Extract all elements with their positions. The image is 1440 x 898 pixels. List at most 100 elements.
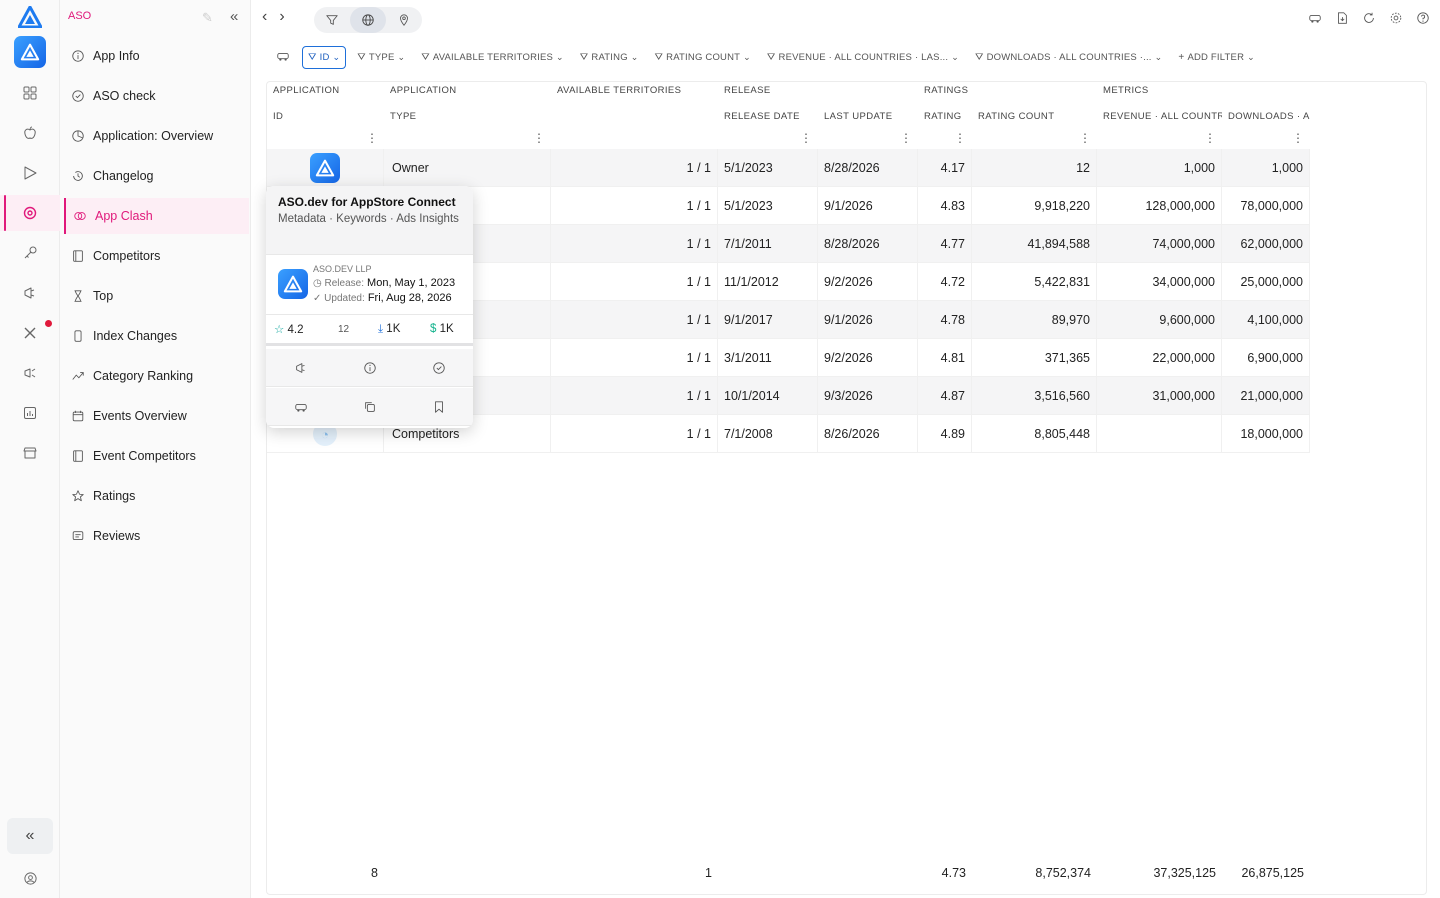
sidebar-item-ratings[interactable]: Ratings [64, 478, 249, 514]
apps-grid-icon[interactable] [0, 75, 60, 111]
sidebar-item-competitors[interactable]: Competitors [64, 238, 249, 274]
add-filter-button[interactable]: + ADD FILTER ⌄ [1173, 46, 1260, 69]
funnel-icon: ⛛ [766, 51, 776, 63]
bookmark-icon[interactable] [404, 388, 473, 425]
column-menu-icon[interactable]: ⋮ [1222, 130, 1310, 146]
apple-icon[interactable] [0, 115, 60, 151]
globe-icon[interactable] [350, 7, 386, 33]
forward-arrow-icon[interactable]: › [279, 8, 284, 26]
popover-rating-group: ☆ 4.2 [274, 322, 304, 336]
sidebar-item-events-overview[interactable]: Events Overview [64, 398, 249, 434]
help-icon[interactable] [1415, 10, 1430, 25]
user-account-icon[interactable] [0, 864, 60, 892]
column-menu-icon[interactable]: ⋮ [972, 130, 1097, 146]
filter-chip[interactable]: ⛛ ID ⌄ [302, 45, 347, 69]
dollar-coin-icon: $ [430, 323, 437, 335]
popover-release-date: Mon, May 1, 2023 [367, 277, 456, 289]
column-header[interactable]: TYPE [384, 108, 551, 124]
sidebar-item-label: Ratings [93, 489, 136, 503]
column-header[interactable] [551, 108, 718, 124]
sidebar-item-changelog[interactable]: Changelog [64, 158, 249, 194]
filter-view-icon[interactable] [314, 7, 350, 33]
edit-icon[interactable]: ✎ [202, 10, 213, 26]
location-pin-icon[interactable] [386, 7, 422, 33]
cell-revenue: 1,000 [1097, 149, 1222, 187]
sidebar-item-application-overview[interactable]: Application: Overview [64, 118, 249, 154]
summary-id: 8 [371, 866, 378, 880]
aso-section-icon[interactable] [0, 195, 60, 231]
store-icon[interactable] [0, 435, 60, 471]
sidebar-item-top[interactable]: Top [64, 278, 249, 314]
info-icon[interactable] [335, 349, 404, 386]
filter-chip[interactable]: ⛛ REVENUE · ALL COUNTRIES · LAS... ⌄ [762, 46, 964, 69]
filter-chip[interactable]: ⛛ RATING COUNT ⌄ [650, 46, 756, 69]
sidebar-item-event-competitors[interactable]: Event Competitors [64, 438, 249, 474]
megaphone-icon[interactable] [266, 349, 335, 386]
column-menu-icon[interactable]: ⋮ [718, 130, 818, 146]
sidebar-item-app-info[interactable]: App Info [64, 38, 249, 74]
summary-empty [718, 858, 818, 888]
export-file-icon[interactable] [1334, 10, 1349, 25]
column-menu-icon[interactable]: ⋮ [267, 130, 384, 146]
column-menu-icon[interactable]: ⋮ [818, 130, 918, 146]
column-menu-icon[interactable]: ⋮ [384, 130, 551, 146]
cell-count: 3,516,560 [972, 377, 1097, 415]
check-circle-icon[interactable] [404, 349, 473, 386]
copy-icon[interactable] [335, 388, 404, 425]
back-arrow-icon[interactable]: ‹ [262, 8, 267, 26]
cell-downloads: 21,000,000 [1222, 377, 1310, 415]
cell-update: 8/26/2026 [818, 415, 918, 453]
collapse-rail-button[interactable]: « [7, 818, 53, 854]
google-play-icon[interactable] [0, 155, 60, 191]
phone-icon [70, 328, 86, 344]
aso-logo-icon[interactable] [17, 5, 43, 29]
refresh-icon[interactable] [1361, 10, 1376, 25]
campaign-icon[interactable] [0, 355, 60, 391]
car-icon[interactable] [266, 388, 335, 425]
car-icon[interactable] [1307, 10, 1322, 25]
sidebar-item-aso-check[interactable]: ASO check [64, 78, 249, 114]
cell-release: 3/1/2011 [718, 339, 818, 377]
funnel-icon: ⛛ [357, 51, 366, 63]
column-header[interactable]: ID [267, 108, 384, 124]
column-header[interactable]: LAST UPDATE [818, 108, 918, 124]
filter-chip[interactable]: ⛛ AVAILABLE TERRITORIES ⌄ [416, 46, 569, 69]
column-menu-icon[interactable]: ⋮ [1097, 130, 1222, 146]
popover-release-label: Release: [324, 278, 364, 289]
megaphone-icon[interactable] [0, 275, 60, 311]
sidebar-item-reviews[interactable]: Reviews [64, 518, 249, 554]
sidebar-item-label: Changelog [93, 169, 154, 183]
column-menu-icon[interactable] [551, 130, 718, 146]
reports-icon[interactable] [0, 395, 60, 431]
sidebar-item-category-ranking[interactable]: Category Ranking [64, 358, 249, 394]
column-header[interactable]: RATING [918, 108, 972, 124]
column-menu-icon[interactable]: ⋮ [918, 130, 972, 146]
sidebar-item-index-changes[interactable]: Index Changes [64, 318, 249, 354]
column-header[interactable]: REVENUE · ALL COUNTRIES · LAST 30 [1097, 108, 1222, 124]
filter-chip[interactable]: ⛛ TYPE ⌄ [352, 46, 410, 69]
collapse-sidebar-icon[interactable]: « [230, 8, 238, 25]
column-header[interactable]: RELEASE DATE [718, 108, 818, 124]
keyword-key-icon[interactable] [0, 235, 60, 271]
column-header[interactable]: DOWNLOADS · ALL COUNTRIES [1222, 108, 1310, 124]
car-filter-icon[interactable] [276, 49, 290, 66]
summary-empty [384, 858, 551, 888]
filter-chip[interactable]: ⛛ DOWNLOADS · ALL COUNTRIES ·... ⌄ [970, 46, 1167, 69]
summary-revenue: 37,325,125 [1153, 866, 1216, 880]
settings-gear-icon[interactable] [1388, 10, 1403, 25]
table-row[interactable]: Owner 1 / 1 5/1/2023 8/28/2026 4.17 12 1,000 1,… [267, 149, 1310, 187]
sidebar-item-label: Application: Overview [93, 129, 214, 143]
cell-downloads: 6,900,000 [1222, 339, 1310, 377]
funnel-icon: ⛛ [308, 51, 317, 63]
current-app-icon[interactable] [14, 36, 46, 68]
chevron-down-icon: ⌄ [556, 51, 564, 62]
cell-update: 9/1/2026 [818, 301, 918, 339]
filter-label: DOWNLOADS · ALL COUNTRIES ·... [986, 51, 1152, 63]
popover-app-icon [278, 269, 308, 299]
app-icon[interactable] [310, 153, 340, 183]
summary-territories: 1 [705, 866, 712, 880]
column-header[interactable]: RATING COUNT [972, 108, 1097, 124]
sidebar-item-app-clash[interactable]: App Clash [64, 198, 249, 234]
sidebar-section-title: ASO [68, 10, 92, 22]
filter-chip[interactable]: ⛛ RATING ⌄ [575, 46, 644, 69]
